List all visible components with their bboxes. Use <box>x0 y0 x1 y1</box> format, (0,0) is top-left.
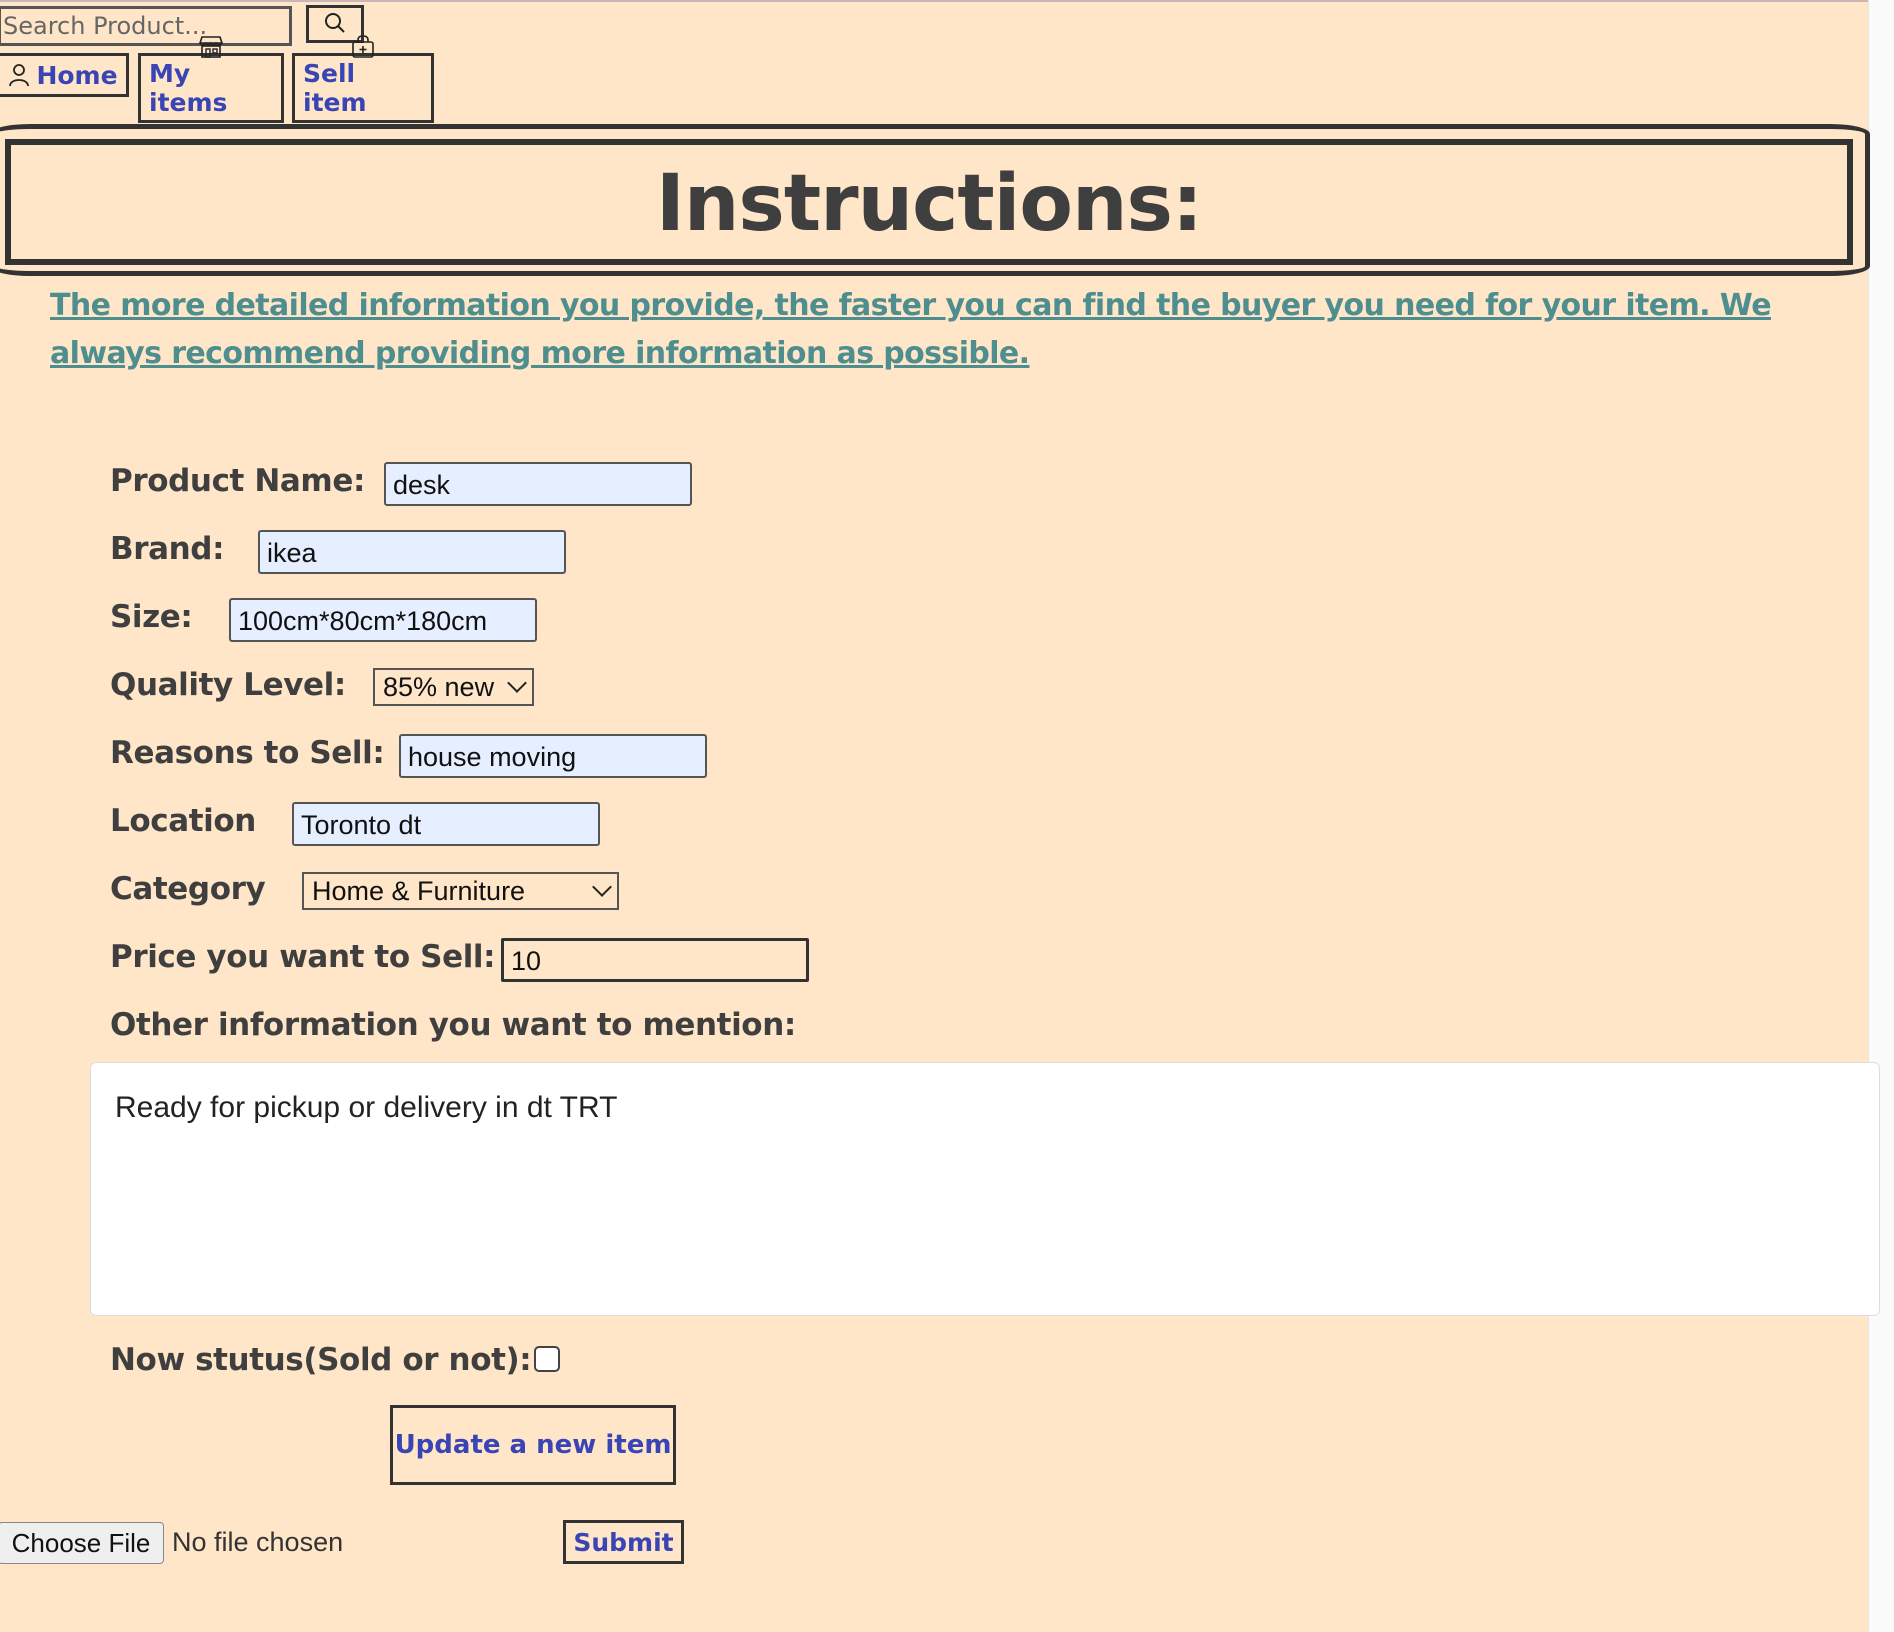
price-input[interactable]: 10 <box>501 938 809 982</box>
price-label: Price you want to Sell: <box>110 939 496 975</box>
instructions-box: Instructions: <box>5 139 1853 265</box>
bag-plus-icon <box>350 35 376 59</box>
nav-home-button[interactable]: Home <box>0 53 129 97</box>
other-info-textarea[interactable]: Ready for pickup or delivery in dt TRT <box>90 1062 1880 1316</box>
nav-sell-item-label: Sell item <box>303 59 367 117</box>
location-input[interactable]: Toronto dt <box>292 802 600 846</box>
submit-button[interactable]: Submit <box>563 1520 684 1564</box>
category-value: Home & Furniture <box>312 875 526 906</box>
search-input[interactable] <box>0 6 292 46</box>
instructions-title: Instructions: <box>655 159 1203 249</box>
brand-label: Brand: <box>110 531 225 567</box>
nav-my-items-button[interactable]: My items <box>138 36 284 123</box>
quality-level-value: 85% new <box>383 671 495 702</box>
category-label: Category <box>110 871 266 907</box>
instructions-text: The more detailed information you provid… <box>50 288 1772 371</box>
product-name-input[interactable]: desk <box>384 462 692 506</box>
chevron-down-icon <box>507 673 527 693</box>
product-name-label: Product Name: <box>110 463 365 499</box>
size-label: Size: <box>110 599 193 635</box>
chevron-down-icon <box>592 877 612 897</box>
search-icon <box>323 11 347 38</box>
location-label: Location <box>110 803 256 839</box>
update-item-button[interactable]: Update a new item <box>390 1405 676 1485</box>
file-status-text: No file chosen <box>172 1527 344 1557</box>
reasons-label: Reasons to Sell: <box>110 735 385 771</box>
top-border <box>0 0 1868 2</box>
category-select[interactable]: Home & Furniture <box>302 872 619 910</box>
sold-status-checkbox[interactable] <box>534 1346 560 1372</box>
size-input[interactable]: 100cm*80cm*180cm <box>229 598 537 642</box>
nav-my-items-label: My items <box>149 59 228 117</box>
user-icon <box>8 63 30 87</box>
nav-home-label: Home <box>36 60 118 90</box>
shop-icon <box>197 35 225 59</box>
choose-file-button[interactable]: Choose File <box>0 1522 164 1564</box>
scrollbar-area[interactable] <box>1868 0 1894 1632</box>
status-label: Now stutus(Sold or not): <box>110 1342 532 1378</box>
quality-level-label: Quality Level: <box>110 667 346 703</box>
quality-level-select[interactable]: 85% new <box>373 668 534 706</box>
reasons-input[interactable]: house moving <box>399 734 707 778</box>
other-info-label: Other information you want to mention: <box>110 1007 796 1043</box>
brand-input[interactable]: ikea <box>258 530 566 574</box>
nav-sell-item-button[interactable]: Sell item <box>292 35 434 123</box>
